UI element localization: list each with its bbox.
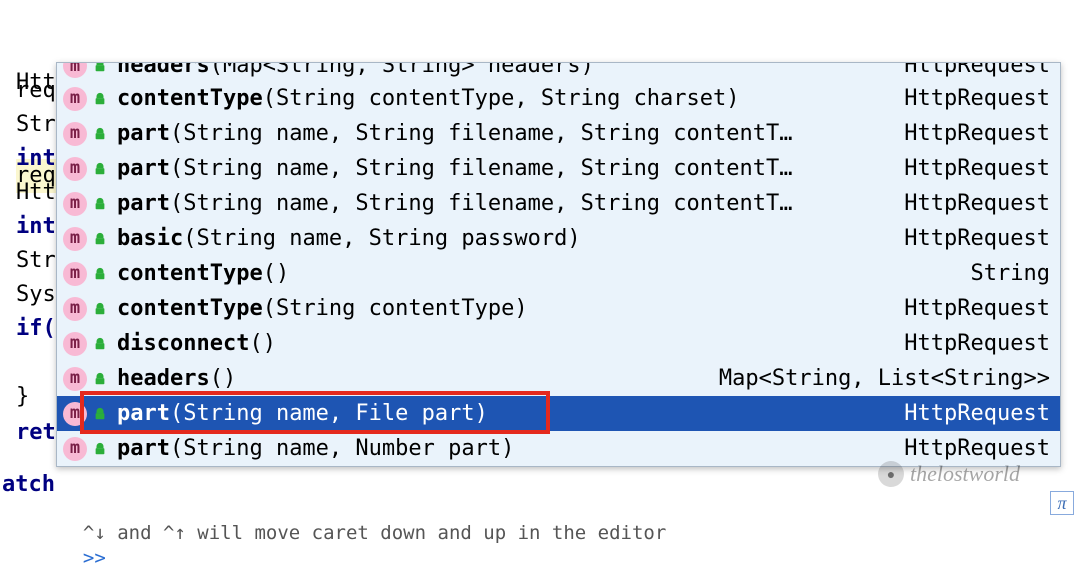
peek-token: atch — [2, 470, 55, 500]
watermark-text: thelostworld — [910, 459, 1020, 489]
method-name: part — [117, 119, 170, 149]
method-icon: m — [63, 437, 87, 461]
method-icon: m — [63, 367, 87, 391]
params-text: (Map<String, String> headers) — [210, 63, 594, 81]
method-name: part — [117, 434, 170, 464]
pi-badge[interactable]: π — [1050, 491, 1074, 515]
method-icon: m — [63, 157, 87, 181]
completion-item-headers[interactable]: m headers(Map<String, String> headers) Htt… — [57, 63, 1060, 81]
method-name: part — [117, 189, 170, 219]
return-type: HttpRequest — [892, 63, 1050, 81]
return-type: Map<String, List<String>> — [707, 364, 1050, 394]
params-text: () — [263, 259, 290, 289]
method-name: contentType — [117, 84, 263, 114]
return-type: HttpRequest — [892, 189, 1050, 219]
method-name: contentType — [117, 294, 263, 324]
return-type: HttpRequest — [892, 119, 1050, 149]
params-text: (String contentType) — [263, 294, 528, 324]
return-type: HttpRequest — [892, 224, 1050, 254]
method-name: headers — [117, 63, 210, 81]
completion-item-basic[interactable]: m basic(String name, String password) Http… — [57, 221, 1060, 256]
return-type: HttpRequest — [892, 154, 1050, 184]
completion-item-part[interactable]: m part(String name, File part) HttpRequest — [57, 396, 1060, 431]
public-visibility-icon — [93, 337, 107, 351]
params-text: (String name, Number part) — [170, 434, 514, 464]
method-icon: m — [63, 262, 87, 286]
peek-token: int — [16, 212, 56, 242]
method-name: contentType — [117, 259, 263, 289]
return-type: HttpRequest — [892, 399, 1050, 429]
completion-item-part[interactable]: m part(String name, String filename, Stri… — [57, 116, 1060, 151]
watermark: ● thelostworld — [878, 459, 1020, 489]
method-icon: m — [63, 402, 87, 426]
return-type: HttpRequest — [892, 329, 1050, 359]
return-type: String — [959, 259, 1050, 289]
completion-item-part[interactable]: m part(String name, String filename, Stri… — [57, 151, 1060, 186]
params-text: () — [210, 364, 237, 394]
method-icon: m — [63, 297, 87, 321]
public-visibility-icon — [93, 302, 107, 316]
peek-token: Sys — [16, 280, 56, 310]
public-visibility-icon — [93, 162, 107, 176]
params-text: () — [249, 329, 276, 359]
completion-item-contentType[interactable]: m contentType(String contentType) HttpRequ… — [57, 291, 1060, 326]
hint-footer: ^↓ and ^↑ will move caret down and up in… — [60, 495, 678, 572]
public-visibility-icon — [93, 127, 107, 141]
public-visibility-icon — [93, 63, 107, 73]
method-name: headers — [117, 364, 210, 394]
completion-item-headers[interactable]: m headers() Map<String, List<String>> — [57, 361, 1060, 396]
method-icon: m — [63, 122, 87, 146]
completion-item-contentType[interactable]: m contentType(String contentType, String … — [57, 81, 1060, 116]
params-text: (String name, String password) — [183, 224, 580, 254]
public-visibility-icon — [93, 92, 107, 106]
autocomplete-popup[interactable]: mheaders(Map<String, String> headers)Htt… — [56, 62, 1061, 467]
params-text: (String name, File part) — [170, 399, 488, 429]
peek-token: if( — [16, 314, 56, 344]
public-visibility-icon — [93, 267, 107, 281]
peek-token: ret — [16, 418, 56, 448]
return-type: HttpRequest — [892, 84, 1050, 114]
method-name: part — [117, 399, 170, 429]
method-icon: m — [63, 192, 87, 216]
public-visibility-icon — [93, 372, 107, 386]
peek-token: } — [16, 382, 29, 412]
method-icon: m — [63, 332, 87, 356]
peek-token: Str — [16, 246, 56, 276]
hint-text: ^↓ and ^↑ will move caret down and up in… — [83, 522, 678, 544]
completion-item-part[interactable]: m part(String name, String filename, Stri… — [57, 186, 1060, 221]
completion-item-disconnect[interactable]: m disconnect() HttpRequest — [57, 326, 1060, 361]
public-visibility-icon — [93, 232, 107, 246]
wechat-icon: ● — [878, 461, 904, 487]
method-name: part — [117, 154, 170, 184]
params-text: (String contentType, String charset) — [263, 84, 740, 114]
completion-item-contentType[interactable]: m contentType() String — [57, 256, 1060, 291]
peek-token: Str — [16, 110, 56, 140]
method-name: basic — [117, 224, 183, 254]
public-visibility-icon — [93, 407, 107, 421]
public-visibility-icon — [93, 442, 107, 456]
method-icon: m — [63, 227, 87, 251]
method-icon: m — [63, 63, 87, 78]
params-text: (String name, String filename, String co… — [170, 119, 793, 149]
method-icon: m — [63, 87, 87, 111]
peek-token: int — [16, 144, 56, 174]
hint-link[interactable]: >> — [83, 547, 106, 569]
params-text: (String name, String filename, String co… — [170, 154, 793, 184]
peek-token: Htt — [16, 178, 56, 208]
public-visibility-icon — [93, 197, 107, 211]
params-text: (String name, String filename, String co… — [170, 189, 793, 219]
peek-token: req — [16, 76, 56, 106]
method-name: disconnect — [117, 329, 249, 359]
return-type: HttpRequest — [892, 294, 1050, 324]
